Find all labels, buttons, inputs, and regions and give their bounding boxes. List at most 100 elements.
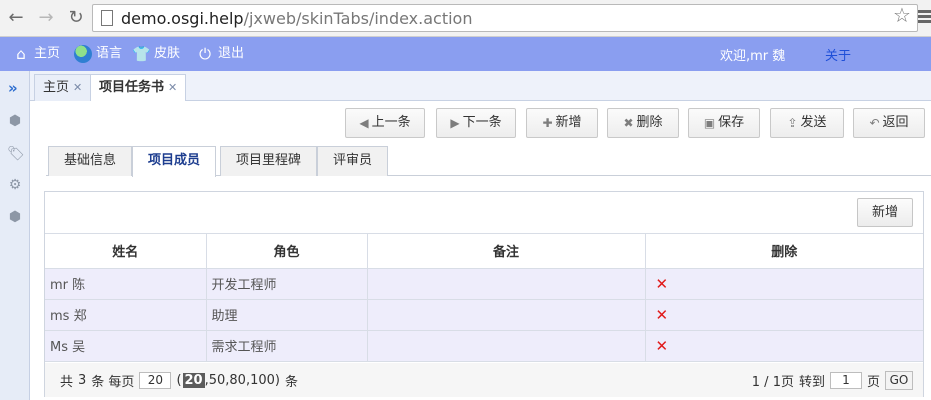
top-skin-label: 皮肤 [154, 46, 181, 61]
total-prefix: 共 [60, 375, 74, 390]
left-rail: » ⬢ 🏷 ⚙ ⬢ [0, 71, 30, 400]
members-table: 姓名 角色 备注 删除 mr 陈 开发工程师 ✕ ms 郑 助理 ✕ Ms 吴 … [45, 234, 923, 362]
cell-delete: ✕ [645, 268, 923, 300]
send-label: 发送 [800, 115, 827, 130]
header-delete[interactable]: 删除 [645, 234, 923, 269]
back-button[interactable]: ↶ 返回 [853, 108, 925, 138]
tab-basic-info[interactable]: 基础信息 [48, 146, 133, 176]
undo-icon: ↶ [869, 116, 880, 130]
tab-project-members[interactable]: 项目成员 [132, 146, 217, 177]
goto-label: 转到 [798, 375, 825, 390]
cross-icon: ✖ [623, 116, 634, 130]
add-label: 新增 [555, 115, 582, 130]
tab-milestones[interactable]: 项目里程碑 [220, 146, 318, 176]
cell-name[interactable]: Ms 吴 [45, 330, 207, 362]
shirt-icon: 👕 [132, 45, 151, 63]
save-label: 保存 [718, 115, 745, 130]
browser-toolbar: ← → ↻ demo.osgi.help/jxweb/skinTabs/inde… [0, 0, 931, 37]
floppy-icon: ▣ [703, 116, 716, 130]
outer-tab-strip: 主页 ✕ 项目任务书 ✕ [30, 71, 931, 102]
close-icon[interactable]: ✕ [73, 81, 82, 94]
back-label: 返回 [882, 115, 909, 130]
go-button[interactable]: GO [885, 371, 913, 390]
page-unit: 页 [866, 375, 880, 390]
globe-icon [74, 45, 92, 63]
top-language-label: 语言 [96, 46, 123, 61]
cell-note[interactable] [367, 268, 646, 300]
box-icon[interactable]: ⬢ [7, 209, 23, 225]
delete-row-icon[interactable]: ✕ [656, 337, 669, 355]
tab-project-task-label: 项目任务书 [99, 80, 165, 95]
pager-left: 共 3 条 每页 20 ( 20,50,80,100) 条 [60, 371, 298, 390]
cell-note[interactable] [367, 299, 646, 331]
send-button[interactable]: ⇪ 发送 [770, 108, 844, 138]
tab-reviewers[interactable]: 评审员 [317, 146, 389, 176]
send-icon: ⇪ [787, 116, 798, 130]
inner-tab-strip: 基础信息 项目成员 项目里程碑 评审员 [46, 146, 931, 177]
about-link[interactable]: 关于 [825, 45, 851, 64]
app-top-bar: ⌂ 主页 语言 👕 皮肤 ⏻ 退出 欢迎,mr 魏 关于 [0, 37, 931, 71]
cell-delete: ✕ [645, 330, 923, 362]
page-size-options: 20,50,80,100) [182, 373, 280, 388]
total-count: 3 [78, 373, 87, 388]
page-size-option-selected[interactable]: 20 [182, 373, 205, 388]
delete-row-icon[interactable]: ✕ [656, 306, 669, 324]
cell-role[interactable]: 助理 [206, 299, 368, 331]
back-arrow-icon[interactable]: ← [6, 8, 26, 28]
add-member-button[interactable]: 新增 [857, 198, 913, 227]
add-button[interactable]: ✚ 新增 [526, 108, 598, 138]
total-mid: 条 每页 [91, 375, 135, 390]
top-skin-button[interactable]: 👕 皮肤 [132, 43, 180, 65]
pager: 共 3 条 每页 20 ( 20,50,80,100) 条 1 / 1页 转到 … [45, 363, 923, 397]
tag-icon[interactable]: 🏷 [7, 146, 25, 162]
forward-arrow-icon[interactable]: → [36, 8, 56, 28]
cell-role[interactable]: 开发工程师 [206, 268, 368, 300]
tab-home[interactable]: 主页 ✕ [34, 74, 92, 101]
top-logout-button[interactable]: ⏻ 退出 [196, 43, 244, 65]
tab-basic-info-label: 基础信息 [64, 153, 117, 168]
table-row[interactable]: ms 郑 助理 ✕ [45, 299, 923, 331]
options-open: ( [176, 373, 182, 388]
pager-right: 1 / 1页 转到 1 页 GO [752, 371, 913, 390]
prev-button[interactable]: ◀ 上一条 [345, 108, 425, 138]
reload-icon[interactable]: ↻ [66, 8, 86, 28]
goto-page-input[interactable]: 1 [829, 372, 862, 389]
browser-menu-icon[interactable] [918, 8, 931, 28]
bookmark-star-icon[interactable]: ☆ [893, 5, 911, 25]
action-toolbar: ◀ 上一条 ▶ 下一条 ✚ 新增 ✖ 删除 ▣ 保存 ⇪ 发送 ↶ 返回 [30, 101, 931, 145]
cube-icon[interactable]: ⬢ [7, 113, 23, 129]
delete-label: 删除 [636, 115, 663, 130]
table-row[interactable]: mr 陈 开发工程师 ✕ [45, 268, 923, 300]
top-language-button[interactable]: 语言 [74, 43, 122, 65]
page-icon [101, 10, 113, 26]
header-role[interactable]: 角色 [206, 234, 368, 269]
header-name[interactable]: 姓名 [45, 234, 207, 269]
close-icon[interactable]: ✕ [168, 81, 177, 94]
tab-home-label: 主页 [43, 80, 70, 95]
cell-note[interactable] [367, 330, 646, 362]
delete-button[interactable]: ✖ 删除 [607, 108, 679, 138]
header-note[interactable]: 备注 [367, 234, 646, 269]
plus-icon: ✚ [542, 116, 553, 130]
next-button[interactable]: ▶ 下一条 [436, 108, 516, 138]
expand-icon[interactable]: » [8, 79, 18, 97]
address-bar[interactable]: demo.osgi.help/jxweb/skinTabs/index.acti… [92, 4, 918, 32]
cell-role[interactable]: 需求工程师 [206, 330, 368, 362]
url-host: demo.osgi.help [121, 9, 244, 28]
welcome-text: 欢迎,mr 魏 [720, 49, 786, 64]
cell-name[interactable]: ms 郑 [45, 299, 207, 331]
page-size-options-rest[interactable]: ,50,80,100) [205, 373, 280, 388]
tab-milestones-label: 项目里程碑 [236, 153, 302, 168]
page-size-input[interactable]: 20 [139, 372, 172, 389]
cell-delete: ✕ [645, 299, 923, 331]
members-panel: 新增 姓名 角色 备注 删除 mr 陈 开发工程师 ✕ ms 郑 助理 ✕ Ms… [44, 191, 924, 397]
cell-name[interactable]: mr 陈 [45, 268, 207, 300]
tab-project-task[interactable]: 项目任务书 ✕ [90, 74, 187, 102]
table-row[interactable]: Ms 吴 需求工程师 ✕ [45, 330, 923, 362]
url-path: /jxweb/skinTabs/index.action [243, 9, 473, 28]
top-home-button[interactable]: ⌂ 主页 [12, 43, 60, 65]
address-url: demo.osgi.help/jxweb/skinTabs/index.acti… [121, 9, 472, 29]
save-button[interactable]: ▣ 保存 [688, 108, 760, 138]
delete-row-icon[interactable]: ✕ [656, 275, 669, 293]
gear-icon[interactable]: ⚙ [7, 177, 23, 193]
